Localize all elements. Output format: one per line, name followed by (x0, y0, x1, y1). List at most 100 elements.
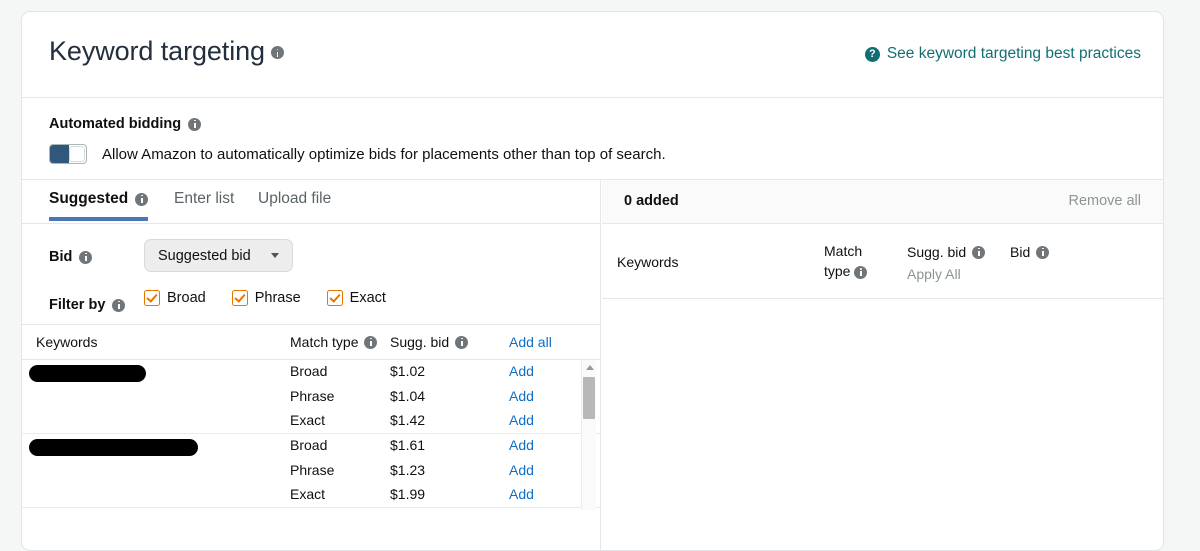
match-type-value: Phrase (290, 461, 335, 478)
add-all-button[interactable]: Add all (509, 334, 552, 350)
column-header-match-type: Match type (290, 334, 378, 350)
tab-upload-file-label: Upload file (258, 190, 332, 207)
match-type-info-icon[interactable] (364, 335, 378, 349)
sugg-bid-value: $1.04 (390, 387, 426, 404)
added-column-header-keywords: Keywords (617, 254, 679, 270)
filter-checkbox-phrase[interactable]: Phrase (231, 290, 301, 306)
match-type-filters: Broad Phrase Exact (144, 290, 386, 306)
remove-all-button[interactable]: Remove all (1068, 193, 1141, 209)
bid-label: Bid (49, 249, 93, 265)
checkbox-broad[interactable] (144, 290, 160, 306)
match-type-row: Exact $1.99 Add (290, 483, 600, 508)
chevron-down-icon (270, 253, 279, 258)
sugg-bid-value: $1.42 (390, 412, 426, 428)
match-type-value: Exact (290, 486, 326, 502)
column-header-sugg-bid-label: Sugg. bid (390, 334, 450, 350)
added-column-header-bid: Bid (1010, 244, 1050, 260)
match-type-row: Phrase $1.23 Add (290, 459, 600, 484)
redacted-keyword (29, 365, 146, 382)
sugg-bid-value: $1.02 (390, 363, 426, 379)
bid-controls: Bid Suggested bid Filter by Broad Phrase… (22, 224, 600, 325)
add-all-label: Add all (509, 334, 552, 350)
best-practices-label: See keyword targeting best practices (886, 45, 1141, 62)
bid-label-text: Bid (49, 249, 73, 265)
page-title: Keyword targeting (49, 36, 284, 67)
automated-bidding-info-icon[interactable] (188, 117, 202, 131)
filter-by-label: Filter by (49, 297, 126, 313)
suggested-table-body: Broad $1.02 Add Phrase $1.04 Add Exact $… (22, 360, 600, 510)
best-practices-link[interactable]: ? See keyword targeting best practices (864, 45, 1141, 63)
match-type-value: Broad (290, 437, 328, 453)
added-column-header-sugg-bid: Sugg. bid (907, 244, 986, 260)
column-header-match-type-label: Match type (290, 334, 359, 350)
sugg-bid-value: $1.23 (390, 461, 426, 478)
match-type-row: Broad $1.61 Add (290, 434, 600, 459)
added-bid-info-icon[interactable] (1036, 245, 1050, 259)
keyword-source-tabs: Suggested Enter list Upload file (22, 180, 600, 224)
suggested-info-icon[interactable] (135, 192, 149, 206)
add-button[interactable]: Add (509, 388, 534, 404)
scrollbar-thumb[interactable] (583, 377, 595, 419)
added-match-type-info-icon[interactable] (854, 265, 868, 279)
checkbox-exact[interactable] (326, 290, 343, 306)
sugg-bid-info-icon[interactable] (455, 335, 469, 349)
match-type-rows: Broad $1.61 Add Phrase $1.23 Add Exact $… (290, 434, 600, 508)
tab-upload-file[interactable]: Upload file (258, 190, 331, 208)
match-type-value: Broad (290, 363, 328, 379)
added-table-header: Keywords Match type Sugg. bid Apply All … (602, 224, 1163, 299)
match-type-value: Exact (290, 412, 326, 428)
apply-all-button[interactable]: Apply All (907, 266, 961, 282)
automated-bidding-row: Allow Amazon to automatically optimize b… (49, 144, 666, 164)
suggested-table-header: Keywords Match type Sugg. bid Add all (22, 325, 600, 360)
toggle-knob (69, 146, 85, 162)
filter-exact-label: Exact (349, 290, 386, 306)
page-title-text: Keyword targeting (49, 36, 265, 66)
sugg-bid-value: $1.61 (390, 437, 426, 453)
added-column-header-bid-label: Bid (1010, 244, 1031, 260)
match-type-row: Broad $1.02 Add (290, 360, 600, 385)
column-header-keywords: Keywords (36, 334, 97, 350)
match-type-row: Exact $1.42 Add (290, 409, 600, 434)
match-type-rows: Broad $1.02 Add Phrase $1.04 Add Exact $… (290, 360, 600, 434)
question-circle-icon: ? (864, 46, 880, 62)
filter-checkbox-exact[interactable]: Exact (326, 290, 386, 306)
body-split: Suggested Enter list Upload file Bid Sug… (22, 180, 1163, 550)
table-row: Broad $1.02 Add Phrase $1.04 Add Exact $… (22, 360, 600, 434)
toggle-fill (50, 145, 69, 163)
filter-phrase-label: Phrase (254, 290, 301, 306)
add-button[interactable]: Add (509, 486, 534, 502)
filter-broad-label: Broad (167, 290, 206, 306)
bid-type-select[interactable]: Suggested bid (144, 239, 293, 272)
redacted-keyword (29, 439, 198, 456)
keyword-targeting-card: Keyword targeting ? See keyword targetin… (21, 11, 1164, 551)
checkbox-phrase[interactable] (231, 290, 248, 306)
tab-suggested[interactable]: Suggested (49, 190, 149, 221)
tab-enter-list[interactable]: Enter list (174, 190, 234, 208)
add-button[interactable]: Add (509, 437, 534, 453)
automated-bidding-toggle[interactable] (49, 144, 87, 164)
tab-suggested-label: Suggested (49, 190, 129, 207)
column-header-keywords-label: Keywords (36, 334, 98, 350)
added-summary-bar: 0 added Remove all (602, 180, 1163, 224)
automated-bidding-title: Automated bidding (49, 116, 202, 132)
add-button[interactable]: Add (509, 363, 534, 379)
match-type-value: Phrase (290, 387, 335, 404)
sugg-bid-value: $1.99 (390, 486, 426, 502)
suggested-table-scrollbar[interactable] (581, 360, 596, 510)
added-sugg-bid-info-icon[interactable] (972, 245, 986, 259)
filter-by-info-icon[interactable] (112, 298, 126, 312)
table-row: Broad $1.61 Add Phrase $1.23 Add Exact $… (22, 434, 600, 508)
match-type-row: Phrase $1.04 Add (290, 385, 600, 410)
automated-bidding-title-text: Automated bidding (49, 116, 182, 132)
tab-enter-list-label: Enter list (174, 190, 235, 207)
bid-info-icon[interactable] (79, 250, 93, 264)
card-header: Keyword targeting ? See keyword targetin… (22, 12, 1163, 98)
keyword-targeting-info-icon[interactable] (270, 46, 284, 60)
filter-checkbox-broad[interactable]: Broad (144, 290, 206, 306)
scroll-up-arrow-icon[interactable] (585, 365, 594, 370)
added-keywords-pane: 0 added Remove all Keywords Match type S… (602, 180, 1163, 550)
added-count: 0 added (624, 193, 679, 209)
add-button[interactable]: Add (509, 412, 534, 428)
added-table-body (602, 299, 1163, 550)
add-button[interactable]: Add (509, 462, 534, 478)
